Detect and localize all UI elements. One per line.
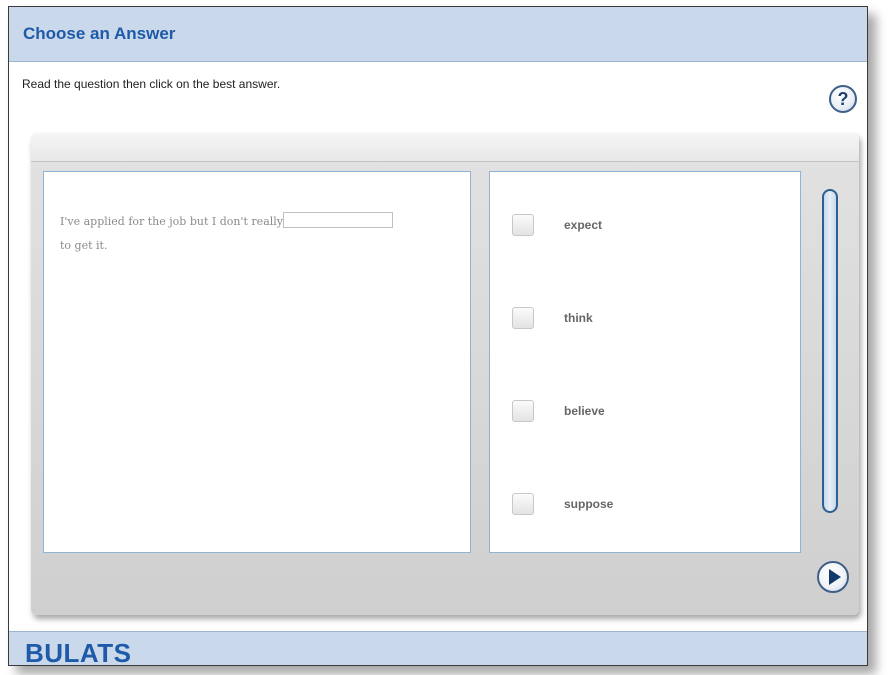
answers-box: expect think believe suppose [489, 171, 801, 553]
question-panel: I've applied for the job but I don't rea… [31, 133, 859, 615]
answer-label: think [564, 311, 593, 325]
test-window: Choose an Answer Read the question then … [8, 6, 868, 666]
answer-option-suppose[interactable]: suppose [512, 491, 772, 517]
vertical-scrollbar[interactable] [822, 189, 838, 513]
answer-checkbox[interactable] [512, 214, 534, 236]
next-button[interactable] [817, 561, 849, 593]
header-bar: Choose an Answer [9, 7, 867, 62]
question-box: I've applied for the job but I don't rea… [43, 171, 471, 553]
answer-blank [283, 212, 393, 228]
question-text-before-blank: I've applied for the job but I don't rea… [60, 215, 283, 228]
answer-option-believe[interactable]: believe [512, 398, 772, 424]
answer-label: expect [564, 218, 603, 232]
play-arrow-icon [828, 569, 841, 585]
answer-option-think[interactable]: think [512, 305, 772, 331]
answer-label: believe [564, 404, 605, 418]
answer-checkbox[interactable] [512, 400, 534, 422]
brand-logo: BULATS [25, 638, 132, 666]
panel-top-strip [31, 133, 859, 162]
question-mark-icon: ? [837, 88, 849, 109]
help-button[interactable]: ? [829, 85, 857, 113]
answer-checkbox[interactable] [512, 307, 534, 329]
footer-bar: BULATS [9, 631, 867, 666]
page-title: Choose an Answer [23, 24, 176, 43]
answer-checkbox[interactable] [512, 493, 534, 515]
answer-label: suppose [564, 497, 614, 511]
instructions-text: Read the question then click on the best… [22, 77, 281, 91]
question-text: I've applied for the job but I don't rea… [60, 210, 460, 258]
question-text-after-blank: to get it. [60, 239, 108, 252]
answer-option-expect[interactable]: expect [512, 212, 772, 238]
